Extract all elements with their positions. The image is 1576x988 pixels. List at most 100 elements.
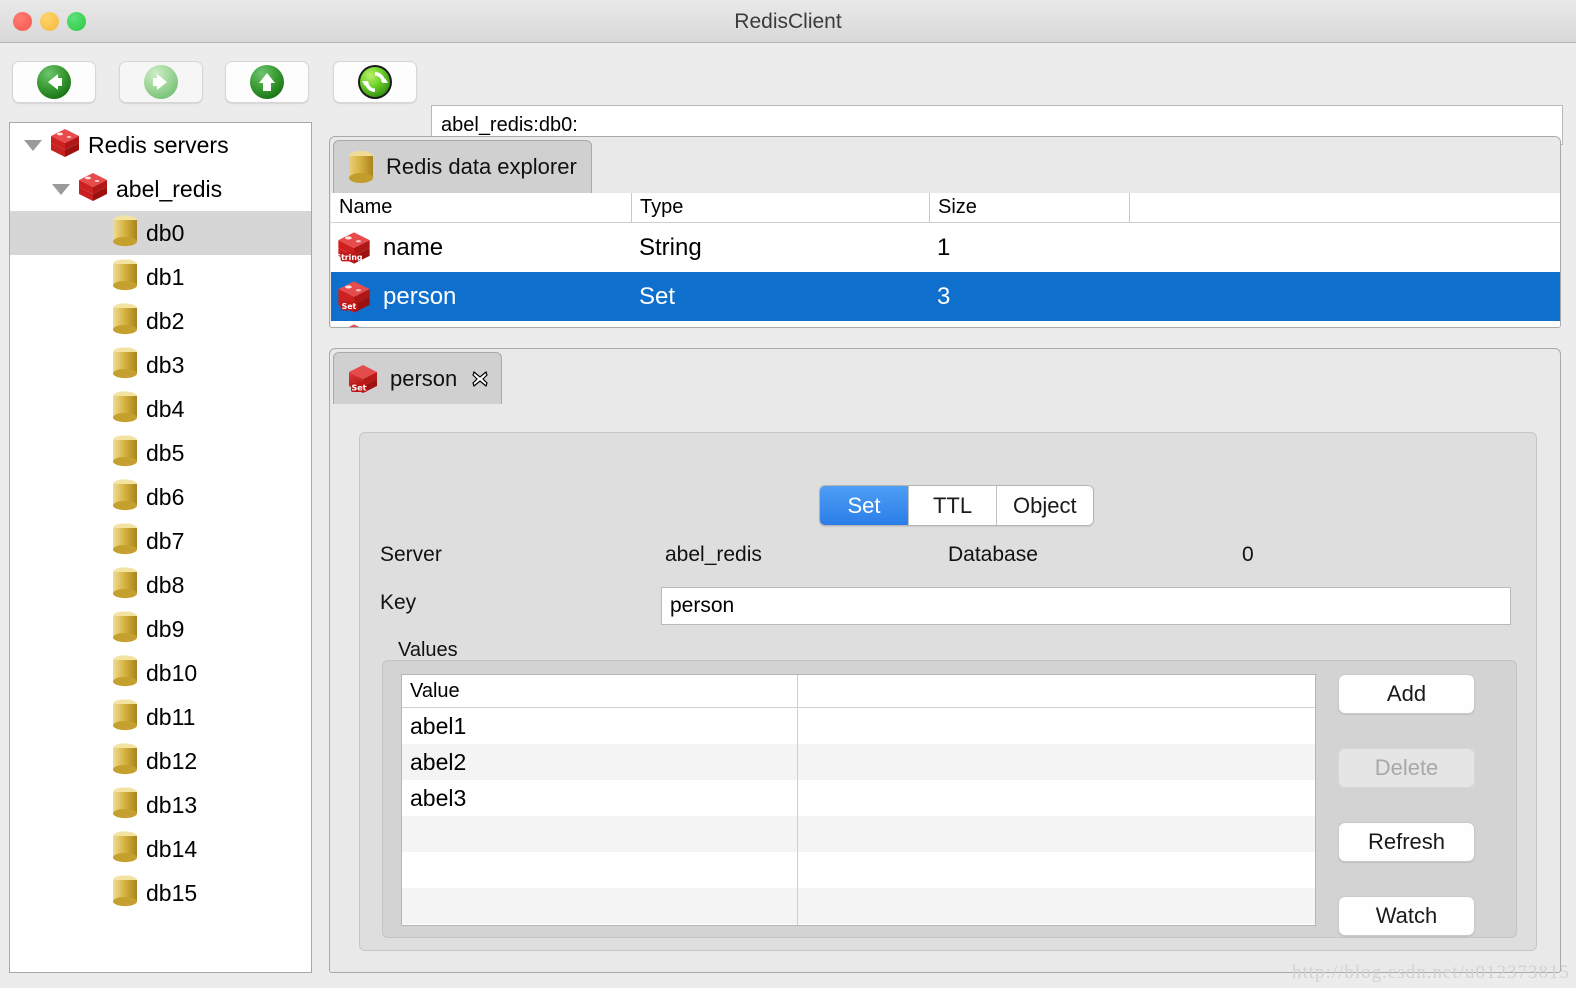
values-group-label: Values [398, 639, 458, 661]
watch-button[interactable]: Watch [1338, 896, 1475, 936]
values-table[interactable]: Value abel1 abel2 abel3 [401, 674, 1316, 926]
sidebar-item-db3[interactable]: db3 [10, 343, 311, 387]
database-icon [113, 258, 137, 290]
values-row[interactable]: abel3 [402, 780, 1315, 816]
sidebar-item-db12[interactable]: db12 [10, 739, 311, 783]
back-button[interactable] [12, 61, 96, 103]
redis-cube-icon [335, 321, 373, 327]
sidebar-item-label: db14 [146, 835, 198, 862]
sidebar-item-db0[interactable]: db0 [10, 211, 311, 255]
view-mode-segmented-control[interactable]: Set TTL Object [819, 485, 1094, 526]
refresh-button[interactable] [333, 61, 417, 103]
segment-ttl[interactable]: TTL [908, 486, 996, 525]
sidebar-item-db13[interactable]: db13 [10, 783, 311, 827]
sidebar-item-db7[interactable]: db7 [10, 519, 311, 563]
sidebar-item-db15[interactable]: db15 [10, 871, 311, 915]
table-row[interactable]: Set person Set 3 [331, 272, 1560, 321]
values-group: Value abel1 abel2 abel3 Add Delete Refresh Wa… [382, 660, 1517, 938]
database-icon [113, 742, 137, 774]
sidebar-item-db1[interactable]: db1 [10, 255, 311, 299]
svg-text:String: String [335, 253, 362, 262]
sidebar-item-redis-servers[interactable]: Redis servers [10, 123, 311, 167]
database-icon [349, 151, 373, 183]
database-icon [113, 478, 137, 510]
values-row-empty[interactable] [402, 816, 1315, 852]
sidebar-item-label: db13 [146, 791, 198, 818]
sidebar-item-label: db3 [146, 351, 185, 378]
svg-text:Set: Set [342, 302, 357, 311]
values-row[interactable]: abel1 [402, 708, 1315, 744]
refresh-button[interactable]: Refresh [1338, 822, 1475, 862]
database-value: 0 [1242, 543, 1254, 566]
database-icon [113, 698, 137, 730]
column-header-value[interactable]: Value [402, 675, 797, 707]
tab-person[interactable]: Set person [333, 352, 503, 404]
values-row-empty[interactable] [402, 888, 1315, 924]
table-row-partial[interactable] [331, 321, 1560, 327]
forward-button [119, 61, 203, 103]
redis-string-icon: String [335, 229, 373, 272]
close-icon[interactable] [471, 370, 489, 388]
column-header-size[interactable]: Size [929, 193, 1129, 222]
explorer-table[interactable]: Name Type Size String name String 1 Set pe… [331, 193, 1560, 327]
sidebar-item-db9[interactable]: db9 [10, 607, 311, 651]
database-icon [113, 830, 137, 862]
database-icon [113, 522, 137, 554]
sidebar-item-db2[interactable]: db2 [10, 299, 311, 343]
values-table-header: Value [402, 675, 1315, 708]
values-row[interactable]: abel2 [402, 744, 1315, 780]
refresh-icon [358, 65, 392, 99]
sidebar-item-label: db5 [146, 439, 185, 466]
cell-size: 3 [937, 283, 951, 310]
chevron-down-icon[interactable] [52, 183, 70, 195]
column-divider-body [797, 707, 798, 925]
column-header-extra[interactable] [1129, 193, 1560, 222]
up-button[interactable] [225, 61, 309, 103]
database-icon [113, 654, 137, 686]
cell-type: Set [639, 283, 676, 310]
cell-type: String [639, 234, 702, 261]
key-input[interactable]: person [661, 587, 1511, 625]
redis-cube-icon [348, 324, 360, 327]
tab-redis-data-explorer[interactable]: Redis data explorer [333, 140, 592, 193]
database-icon [113, 390, 137, 422]
explorer-table-header: Name Type Size [331, 193, 1560, 223]
sidebar-item-label: db9 [146, 615, 185, 642]
database-label: Database [948, 543, 1038, 566]
sidebar-item-label: db11 [146, 703, 196, 730]
arrow-left-icon [37, 65, 71, 99]
delete-button: Delete [1338, 748, 1475, 788]
sidebar-item-db11[interactable]: db11 [10, 695, 311, 739]
cell-name: person [383, 283, 457, 310]
column-header-name[interactable]: Name [331, 193, 631, 222]
server-tree-panel[interactable]: Redis servers abel_redis db0 db1 db2 db3… [9, 122, 312, 973]
chevron-down-icon[interactable] [24, 139, 42, 151]
redis-data-explorer-panel: Redis data explorer Name Type Size Strin… [329, 136, 1561, 328]
database-icon [113, 346, 137, 378]
sidebar-item-abel-redis[interactable]: abel_redis [10, 167, 311, 211]
redis-set-icon: Set [349, 364, 377, 393]
redis-cube-icon [51, 128, 79, 157]
table-row[interactable]: String name String 1 [331, 223, 1560, 272]
segment-object[interactable]: Object [996, 486, 1093, 525]
database-icon [113, 302, 137, 334]
key-detail-panel: Set person Set TTL Object Server abel_re… [329, 348, 1561, 973]
column-divider[interactable] [797, 675, 798, 707]
add-button[interactable]: Add [1338, 674, 1475, 714]
sidebar-item-db8[interactable]: db8 [10, 563, 311, 607]
sidebar-item-db6[interactable]: db6 [10, 475, 311, 519]
sidebar-item-db4[interactable]: db4 [10, 387, 311, 431]
redis-cube-icon: String [335, 232, 370, 264]
tab-label: Redis data explorer [386, 154, 577, 179]
sidebar-item-db10[interactable]: db10 [10, 651, 311, 695]
values-row-empty[interactable] [402, 852, 1315, 888]
cell-size: 1 [937, 234, 951, 261]
sidebar-item-db5[interactable]: db5 [10, 431, 311, 475]
toolbar: abel_redis:db0: [0, 43, 1576, 145]
svg-text:Set: Set [351, 383, 366, 392]
sidebar-item-label: db1 [146, 263, 185, 290]
segment-set[interactable]: Set [820, 486, 908, 525]
sidebar-item-db14[interactable]: db14 [10, 827, 311, 871]
column-header-type[interactable]: Type [631, 193, 929, 222]
database-icon [113, 434, 137, 466]
